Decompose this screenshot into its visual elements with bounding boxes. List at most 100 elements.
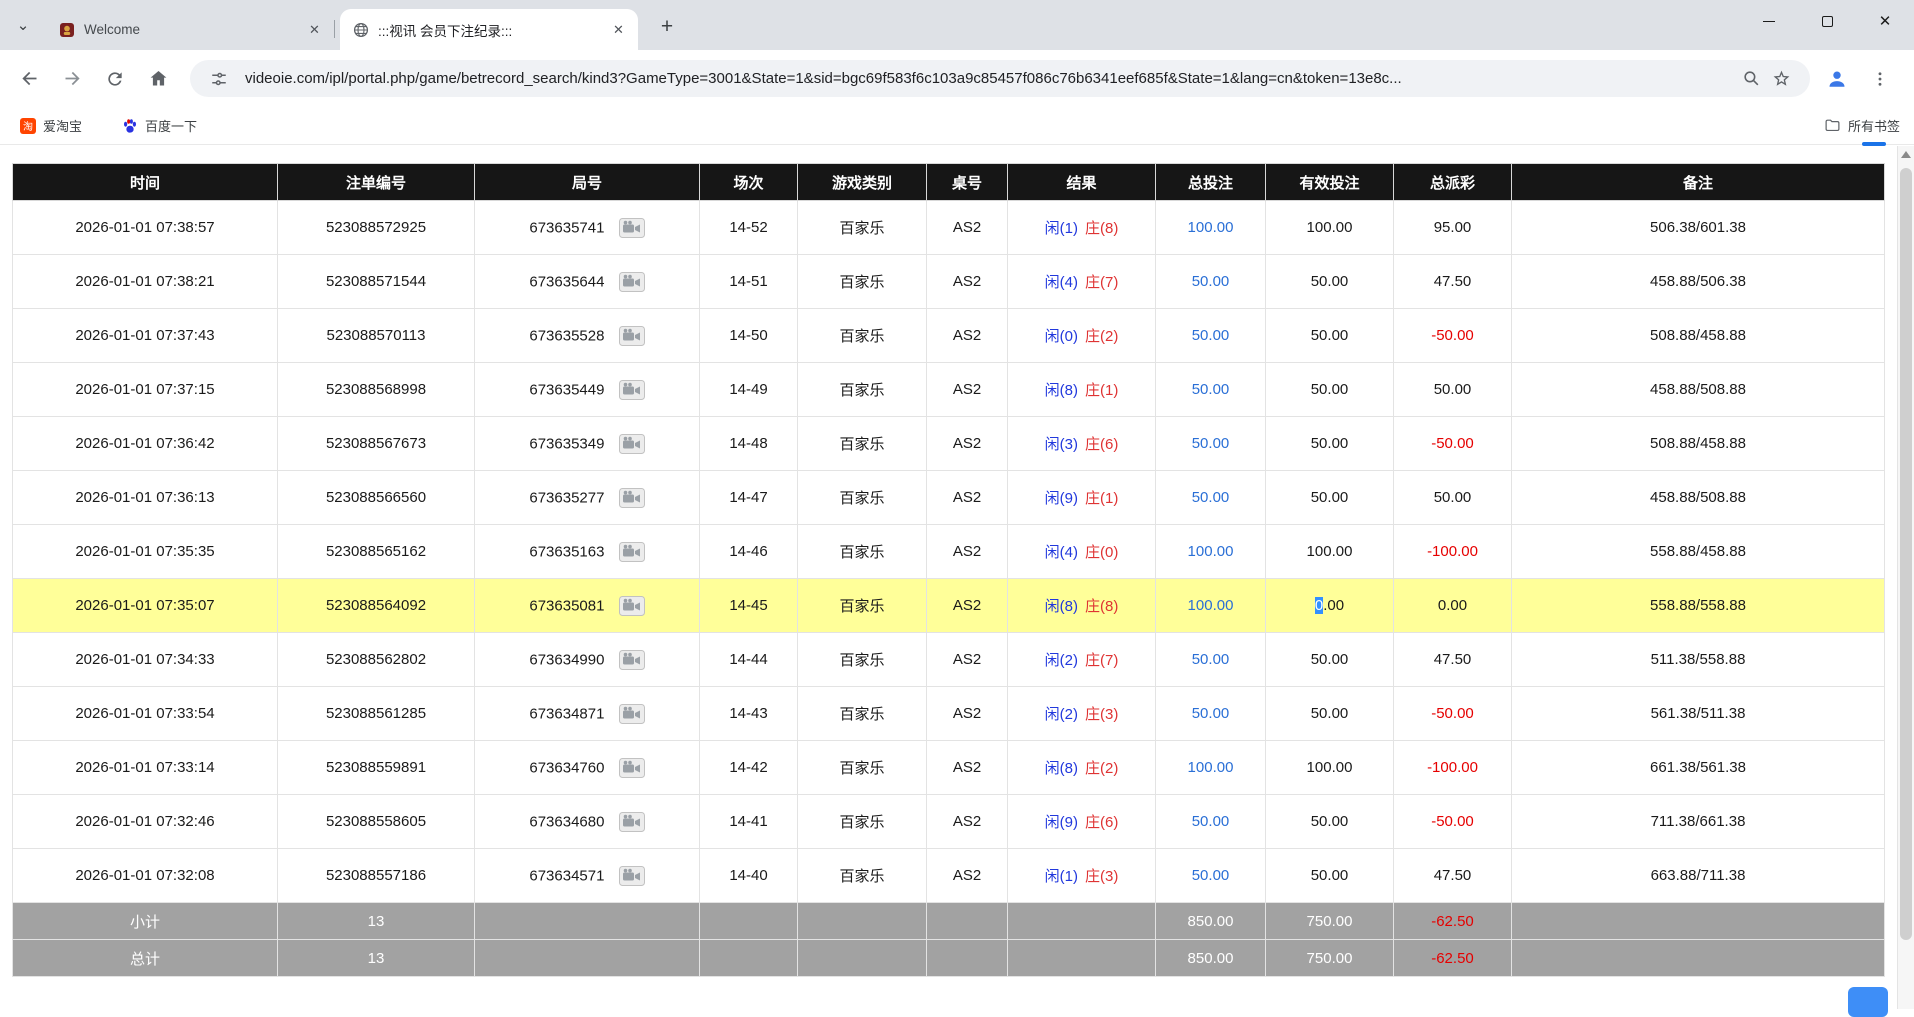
page-content: 时间 注单编号 局号 场次 游戏类别 桌号 结果 总投注 有效投注 总派彩 备注… bbox=[0, 145, 1914, 1008]
video-replay-icon[interactable] bbox=[619, 434, 645, 454]
cell-total-bet[interactable]: 100.00 bbox=[1156, 201, 1266, 255]
cell-time: 2026-01-01 07:32:08 bbox=[13, 849, 278, 903]
close-window-button[interactable]: ✕ bbox=[1856, 0, 1914, 42]
result-banker: 庄(2) bbox=[1085, 328, 1118, 345]
cell-remark: 458.88/506.38 bbox=[1512, 255, 1885, 309]
refresh-button[interactable] bbox=[96, 60, 134, 98]
back-button[interactable] bbox=[10, 60, 48, 98]
round-number: 673635277 bbox=[529, 489, 604, 506]
scrollbar[interactable] bbox=[1897, 146, 1914, 1009]
video-replay-icon[interactable] bbox=[619, 866, 645, 886]
address-bar[interactable]: videoie.com/ipl/portal.php/game/betrecor… bbox=[190, 60, 1810, 97]
bookmark-taobao[interactable]: 淘 爱淘宝 bbox=[14, 112, 88, 139]
cell-game-type: 百家乐 bbox=[798, 309, 927, 363]
cell-table-no: AS2 bbox=[927, 525, 1008, 579]
cell-table-no: AS2 bbox=[927, 255, 1008, 309]
cell-payout: -50.00 bbox=[1394, 309, 1512, 363]
cell-total-bet[interactable]: 50.00 bbox=[1156, 417, 1266, 471]
result-banker: 庄(1) bbox=[1085, 382, 1118, 399]
bookmark-star-icon[interactable] bbox=[1766, 64, 1796, 94]
round-number: 673635528 bbox=[529, 327, 604, 344]
cell-round-no: 673634760 bbox=[475, 741, 700, 795]
video-replay-icon[interactable] bbox=[619, 272, 645, 292]
video-replay-icon[interactable] bbox=[619, 812, 645, 832]
table-row: 2026-01-01 07:33:54 523088561285 6736348… bbox=[13, 687, 1885, 741]
bookmark-baidu[interactable]: 百度一下 bbox=[116, 112, 203, 139]
video-replay-icon[interactable] bbox=[619, 650, 645, 670]
empty-cell bbox=[1512, 903, 1885, 940]
minimize-button[interactable] bbox=[1740, 0, 1798, 42]
header-game-type: 游戏类别 bbox=[798, 164, 927, 201]
cell-total-bet[interactable]: 50.00 bbox=[1156, 309, 1266, 363]
video-replay-icon[interactable] bbox=[619, 218, 645, 238]
empty-cell bbox=[700, 903, 798, 940]
cell-round-no: 673634571 bbox=[475, 849, 700, 903]
cell-game-type: 百家乐 bbox=[798, 741, 927, 795]
cell-remark: 663.88/711.38 bbox=[1512, 849, 1885, 903]
cell-total-bet[interactable]: 50.00 bbox=[1156, 633, 1266, 687]
all-bookmarks-button[interactable]: 所有书签 bbox=[1824, 107, 1900, 144]
profile-button[interactable] bbox=[1818, 60, 1856, 98]
video-replay-icon[interactable] bbox=[619, 326, 645, 346]
cell-total-bet[interactable]: 50.00 bbox=[1156, 255, 1266, 309]
close-icon[interactable]: ✕ bbox=[305, 20, 324, 39]
cell-total-bet[interactable]: 50.00 bbox=[1156, 471, 1266, 525]
bookmark-label: 爱淘宝 bbox=[43, 116, 82, 135]
video-replay-icon[interactable] bbox=[619, 542, 645, 562]
home-button[interactable] bbox=[139, 60, 177, 98]
tab-bet-record[interactable]: :::视讯 会员下注纪录::: ✕ bbox=[340, 9, 638, 50]
total-count: 13 bbox=[278, 940, 475, 977]
tab-welcome[interactable]: Welcome ✕ bbox=[46, 9, 334, 50]
header-payout: 总派彩 bbox=[1394, 164, 1512, 201]
result-banker: 庄(8) bbox=[1085, 220, 1118, 237]
cell-table-no: AS2 bbox=[927, 201, 1008, 255]
cell-total-bet[interactable]: 50.00 bbox=[1156, 795, 1266, 849]
cell-payout: 50.00 bbox=[1394, 471, 1512, 525]
cell-total-bet[interactable]: 50.00 bbox=[1156, 687, 1266, 741]
new-tab-button[interactable]: + bbox=[652, 12, 682, 42]
forward-button[interactable] bbox=[53, 60, 91, 98]
video-replay-icon[interactable] bbox=[619, 380, 645, 400]
empty-cell bbox=[1008, 940, 1156, 977]
result-player: 闲(1) bbox=[1045, 220, 1078, 237]
window-controls: ✕ bbox=[1740, 0, 1914, 42]
floating-blue-button[interactable] bbox=[1848, 987, 1888, 1017]
video-replay-icon[interactable] bbox=[619, 596, 645, 616]
cell-payout: -100.00 bbox=[1394, 525, 1512, 579]
profile-icon bbox=[1825, 67, 1849, 91]
zoom-icon[interactable] bbox=[1736, 64, 1766, 94]
scroll-up-arrow-icon[interactable] bbox=[1901, 151, 1911, 159]
cell-payout: 50.00 bbox=[1394, 363, 1512, 417]
maximize-button[interactable] bbox=[1798, 0, 1856, 42]
empty-cell bbox=[798, 903, 927, 940]
cell-total-bet[interactable]: 50.00 bbox=[1156, 849, 1266, 903]
folder-icon bbox=[1824, 117, 1841, 134]
cell-remark: 506.38/601.38 bbox=[1512, 201, 1885, 255]
cell-total-bet[interactable]: 100.00 bbox=[1156, 525, 1266, 579]
site-settings-icon[interactable] bbox=[204, 64, 234, 94]
cell-valid-bet: 50.00 bbox=[1266, 417, 1394, 471]
cell-total-bet[interactable]: 100.00 bbox=[1156, 579, 1266, 633]
cell-session: 14-45 bbox=[700, 579, 798, 633]
cell-order-no: 523088558605 bbox=[278, 795, 475, 849]
round-number: 673635081 bbox=[529, 597, 604, 614]
url-text[interactable]: videoie.com/ipl/portal.php/game/betrecor… bbox=[245, 70, 1736, 87]
video-replay-icon[interactable] bbox=[619, 488, 645, 508]
cell-time: 2026-01-01 07:32:46 bbox=[13, 795, 278, 849]
cell-session: 14-43 bbox=[700, 687, 798, 741]
table-row: 2026-01-01 07:38:21 523088571544 6736356… bbox=[13, 255, 1885, 309]
cell-round-no: 673634990 bbox=[475, 633, 700, 687]
scrollbar-thumb[interactable] bbox=[1900, 168, 1912, 940]
video-replay-icon[interactable] bbox=[619, 758, 645, 778]
cell-time: 2026-01-01 07:37:43 bbox=[13, 309, 278, 363]
cell-session: 14-46 bbox=[700, 525, 798, 579]
cell-total-bet[interactable]: 50.00 bbox=[1156, 363, 1266, 417]
tab-title: :::视讯 会员下注纪录::: bbox=[378, 20, 601, 40]
video-replay-icon[interactable] bbox=[619, 704, 645, 724]
cell-payout: 47.50 bbox=[1394, 849, 1512, 903]
cell-result: 闲(2)庄(3) bbox=[1008, 687, 1156, 741]
cell-total-bet[interactable]: 100.00 bbox=[1156, 741, 1266, 795]
close-icon[interactable]: ✕ bbox=[609, 20, 628, 39]
chevron-down-icon[interactable]: ⌄ bbox=[10, 12, 36, 38]
menu-kebab-icon[interactable] bbox=[1861, 60, 1899, 98]
